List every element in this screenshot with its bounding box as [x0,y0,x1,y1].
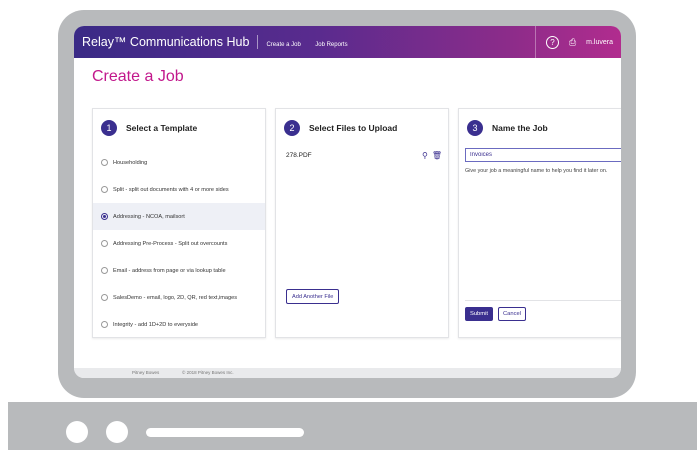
radio-icon[interactable] [101,321,108,328]
template-option-selected[interactable]: Addressing - NCOA, mailsort [93,203,265,230]
template-option[interactable]: SalesDemo - email, logo, 2D, QR, red tex… [93,284,265,311]
footer-copyright: © 2018 Pitney Bowes Inc. [182,370,234,375]
template-option[interactable]: Householding [93,149,265,176]
template-option[interactable]: Split - split out documents with 4 or mo… [93,176,265,203]
template-list: Householding Split - split out documents… [93,149,265,338]
template-option[interactable]: Email - address from page or via lookup … [93,257,265,284]
app-footer: Pitney Bowes © 2018 Pitney Bowes Inc. [74,368,621,378]
template-label: Integrity - add 1D+2D to everyside [113,321,199,328]
name-panel-header: 3 Name the Job [459,115,621,141]
template-label: SalesDemo - email, logo, 2D, QR, red tex… [113,294,238,301]
laptop-dot-2 [106,421,128,443]
app-screen: Relay™ Communications Hub Create a Job J… [74,26,621,378]
step-number-2: 2 [284,120,300,136]
page-title: Create a Job [92,68,184,85]
header-divider [257,35,259,49]
divider [465,300,621,301]
user-name[interactable]: m.luvera [586,39,613,46]
nav-job-reports[interactable]: Job Reports [315,42,347,48]
header-nav: Create a Job Job Reports [266,33,357,51]
radio-icon[interactable] [101,240,108,247]
upload-panel: 2 Select Files to Upload 278.PDF ⚲ 🗑 Add… [275,108,449,338]
template-panel-header: 1 Select a Template [93,115,265,141]
tray-icon[interactable]: ⎙ [569,37,576,48]
file-row: 278.PDF ⚲ 🗑 [286,151,442,160]
job-name-input[interactable] [465,148,621,162]
template-option[interactable]: Integrity - add 1D+2D to everyside [93,311,265,338]
laptop-slot [146,428,304,437]
cancel-button[interactable]: Cancel [498,307,526,321]
radio-icon[interactable] [101,267,108,274]
header-actions-divider [534,26,536,58]
template-label: Addressing - NCOA, mailsort [113,213,185,220]
template-option[interactable]: Addressing Pre-Process - Split out overc… [93,230,265,257]
template-label: Householding [113,159,148,166]
template-panel: 1 Select a Template Householding Split -… [92,108,266,338]
step-number-3: 3 [467,120,483,136]
page-content: Create a Job 1 Select a Template Househo… [74,58,621,368]
upload-panel-header: 2 Select Files to Upload [276,115,448,141]
submit-button[interactable]: Submit [465,307,493,321]
radio-icon[interactable] [101,159,108,166]
trash-icon[interactable]: 🗑 [432,151,442,160]
template-label: Email - address from page or via lookup … [113,267,226,274]
template-panel-title: Select a Template [126,123,198,133]
template-label: Addressing Pre-Process - Split out overc… [113,240,228,247]
file-name: 278.PDF [286,152,312,159]
footer-brand: Pitney Bowes [132,370,160,375]
search-icon[interactable]: ⚲ [422,151,428,160]
app-brand: Relay™ Communications Hub [82,35,250,49]
template-label: Split - split out documents with 4 or mo… [113,186,229,193]
radio-icon[interactable] [101,294,108,301]
step-number-1: 1 [101,120,117,136]
job-name-hint: Give your job a meaningful name to help … [465,168,608,174]
add-file-button[interactable]: Add Another File [286,289,340,304]
name-panel-title: Name the Job [492,123,548,133]
upload-panel-title: Select Files to Upload [309,123,398,133]
nav-create-job[interactable]: Create a Job [266,42,300,48]
app-header: Relay™ Communications Hub Create a Job J… [74,26,621,58]
header-actions: ? ⎙ m.luvera [534,26,621,58]
help-icon[interactable]: ? [545,35,559,49]
radio-icon[interactable] [101,186,108,193]
laptop-dot-1 [66,421,88,443]
name-panel: 3 Name the Job Give your job a meaningfu… [458,108,621,338]
radio-selected-icon[interactable] [101,213,108,220]
